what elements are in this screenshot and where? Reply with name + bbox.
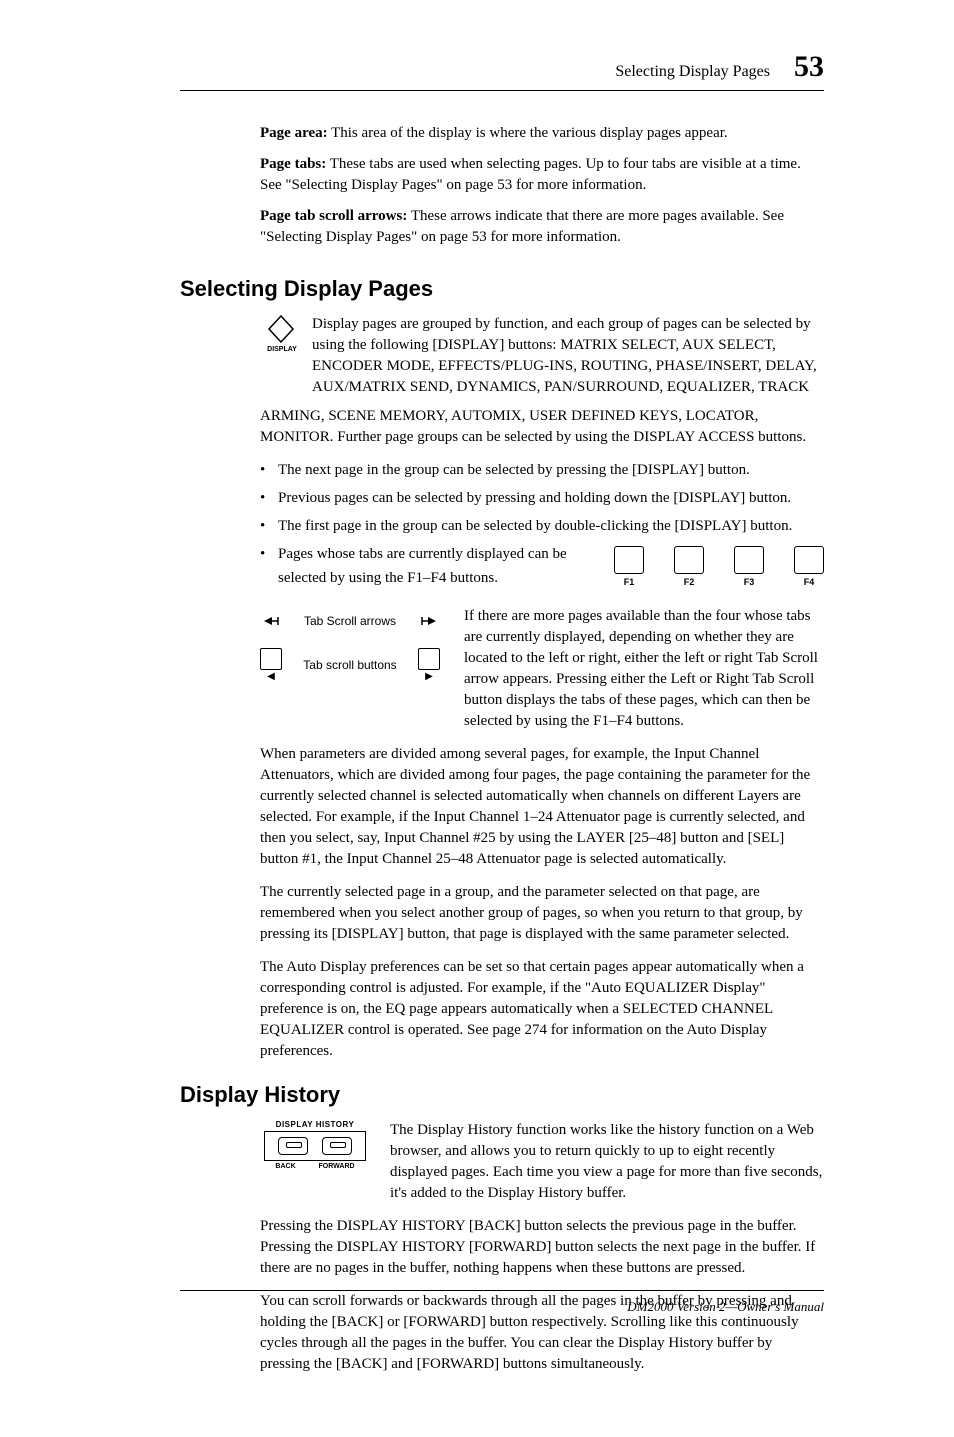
back-button-icon — [278, 1137, 308, 1155]
definitions-block: Page area: This area of the display is w… — [260, 123, 824, 248]
body-paragraph: Pressing the DISPLAY HISTORY [BACK] butt… — [260, 1216, 824, 1279]
tab-scroll-text: If there are more pages available than t… — [440, 606, 824, 732]
list-item: Previous pages can be selected by pressi… — [260, 486, 824, 510]
f-buttons-row: Pages whose tabs are currently displayed… — [260, 542, 824, 590]
display-icon-label: DISPLAY — [260, 346, 304, 353]
header-title: Selecting Display Pages — [615, 63, 770, 81]
body-paragraph: The currently selected page in a group, … — [260, 882, 824, 945]
f2-button-icon: F2 — [674, 546, 704, 587]
tab-scroll-buttons-label: Tab scroll buttons — [282, 658, 418, 672]
list-item: The next page in the group can be select… — [260, 458, 824, 482]
display-history-label: DISPLAY HISTORY — [260, 1120, 370, 1129]
page-footer: DM2000 Version 2—Owner's Manual — [180, 1290, 824, 1315]
list-item: Pages whose tabs are currently displayed… — [260, 542, 604, 590]
bullet-list: The next page in the group can be select… — [260, 458, 824, 538]
body-paragraph: When parameters are divided among severa… — [260, 744, 824, 870]
forward-label: FORWARD — [319, 1163, 355, 1170]
forward-button-icon — [322, 1137, 352, 1155]
section-heading-selecting: Selecting Display Pages — [180, 276, 824, 302]
tab-scroll-arrows-label: Tab Scroll arrows — [282, 614, 418, 628]
list-item: The first page in the group can be selec… — [260, 514, 824, 538]
tab-scroll-row: Tab Scroll arrows ◀ Tab scroll buttons ▶… — [260, 606, 824, 732]
f3-button-icon: F3 — [734, 546, 764, 587]
tab-scroll-arrow-left-icon — [260, 615, 282, 627]
display-history-diagram: DISPLAY HISTORY BACK FORWARD — [260, 1120, 370, 1204]
page-tab-scroll-def: Page tab scroll arrows: These arrows ind… — [260, 206, 824, 248]
tab-scroll-diagram: Tab Scroll arrows ◀ Tab scroll buttons ▶ — [260, 606, 440, 694]
page-tabs-def: Page tabs: These tabs are used when sele… — [260, 154, 824, 196]
intro-paragraph: Display pages are grouped by function, a… — [312, 314, 824, 398]
f4-button-icon: F4 — [794, 546, 824, 587]
page-area-def: Page area: This area of the display is w… — [260, 123, 824, 144]
section-heading-history: Display History — [180, 1082, 824, 1108]
page-header: Selecting Display Pages 53 — [180, 50, 824, 91]
page-number: 53 — [794, 50, 824, 84]
tab-scroll-button-left-icon: ◀ — [260, 648, 282, 682]
tab-scroll-arrow-right-icon — [418, 615, 440, 627]
display-button-icon: DISPLAY — [260, 314, 304, 398]
intro-paragraph-cont: ARMING, SCENE MEMORY, AUTOMIX, USER DEFI… — [260, 406, 824, 448]
display-history-row: DISPLAY HISTORY BACK FORWARD The Display… — [260, 1120, 824, 1204]
tab-scroll-button-right-icon: ▶ — [418, 648, 440, 682]
display-history-text: The Display History function works like … — [370, 1120, 824, 1204]
display-icon-row: DISPLAY Display pages are grouped by fun… — [260, 314, 824, 398]
f1-button-icon: F1 — [614, 546, 644, 587]
f-buttons-diagram: F1 F2 F3 F4 — [614, 542, 824, 587]
back-label: BACK — [275, 1163, 295, 1170]
body-paragraph: The Auto Display preferences can be set … — [260, 957, 824, 1062]
